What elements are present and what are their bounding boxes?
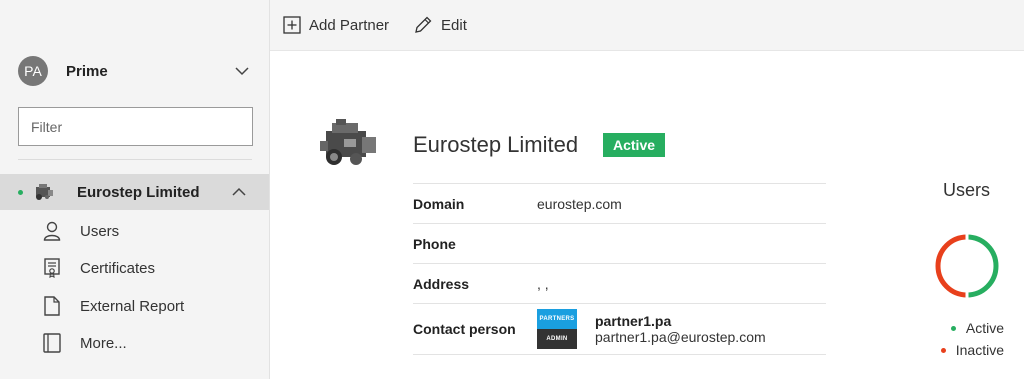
sidebar-item-label: More... (80, 334, 127, 352)
edit-label: Edit (441, 16, 467, 34)
legend-label: Active (965, 320, 1004, 336)
domain-value: eurostep.com (537, 195, 622, 212)
pencil-icon (415, 16, 432, 33)
book-icon (42, 333, 62, 353)
legend-item-active[interactable]: Active (934, 317, 1004, 339)
page-title: Eurostep Limited (413, 132, 579, 157)
sidebar-item-organization[interactable]: Eurostep Limited (0, 174, 269, 210)
legend-item-inactive[interactable]: Inactive (934, 339, 1004, 361)
toolbar: Add Partner Edit (270, 0, 1024, 51)
add-box-icon (283, 16, 301, 34)
avatar-bottom-text: ADMIN (537, 329, 577, 349)
filter-input[interactable] (18, 107, 253, 146)
status-badge: Active (603, 133, 666, 157)
avatar-top-text: PARTNERS (537, 309, 577, 329)
add-partner-label: Add Partner (309, 16, 390, 34)
chevron-up-icon[interactable] (231, 184, 247, 200)
main-content: Eurostep Limited Active Domain eurostep.… (270, 51, 1024, 379)
table-row-contact: Contact person PARTNERS ADMIN partner1.p… (413, 303, 826, 355)
sidebar-item-external-report[interactable]: External Report (42, 293, 262, 319)
users-widget-title: Users (943, 180, 991, 200)
address-value: , , (537, 275, 549, 292)
contact-info: partner1.pa partner1.pa@eurostep.com (595, 313, 766, 345)
sidebar-item-more[interactable]: More... (42, 330, 262, 356)
avatar: PA (18, 56, 48, 86)
legend-label: Inactive (955, 342, 1004, 358)
contact-avatar[interactable]: PARTNERS ADMIN (537, 309, 577, 349)
sidebar-item-label: Users (80, 222, 120, 240)
phone-label: Phone (413, 235, 456, 252)
sidebar-item-label: Certificates (80, 259, 156, 277)
sidebar-item-users[interactable]: Users (42, 218, 262, 244)
sidebar-item-certificates[interactable]: Certificates (42, 255, 262, 281)
add-partner-button[interactable]: Add Partner (283, 16, 389, 34)
contact-email[interactable]: partner1.pa@eurostep.com (595, 329, 766, 345)
table-row-address: Address , , (413, 263, 826, 303)
details-table: Domain eurostep.com Phone Address , , Co… (413, 183, 826, 355)
partner-logo-engine (320, 119, 376, 165)
account-name: Prime (66, 62, 108, 80)
users-donut-chart[interactable] (934, 233, 1000, 299)
edit-button[interactable]: Edit (413, 15, 467, 35)
user-icon (42, 221, 62, 241)
divider (18, 159, 252, 160)
certificate-icon (42, 258, 62, 278)
contact-label: Contact person (413, 321, 516, 337)
engine-thumbnail-icon (36, 184, 53, 200)
document-icon (42, 296, 62, 316)
domain-label: Domain (413, 195, 465, 212)
organization-name: Eurostep Limited (77, 183, 200, 201)
status-dot (18, 189, 23, 195)
address-label: Address (413, 275, 470, 292)
sidebar: PA Prime Eurostep Limited Users Certific… (0, 0, 270, 379)
inactive-dot (940, 347, 946, 353)
active-dot (950, 325, 956, 331)
sidebar-item-label: External Report (80, 297, 185, 315)
table-row-domain: Domain eurostep.com (413, 183, 826, 223)
users-legend: Active Inactive (934, 317, 1004, 361)
chevron-down-icon[interactable] (234, 63, 250, 79)
table-row-phone: Phone (413, 223, 826, 263)
contact-name[interactable]: partner1.pa (595, 313, 766, 329)
account-switcher[interactable]: PA Prime (18, 55, 254, 87)
